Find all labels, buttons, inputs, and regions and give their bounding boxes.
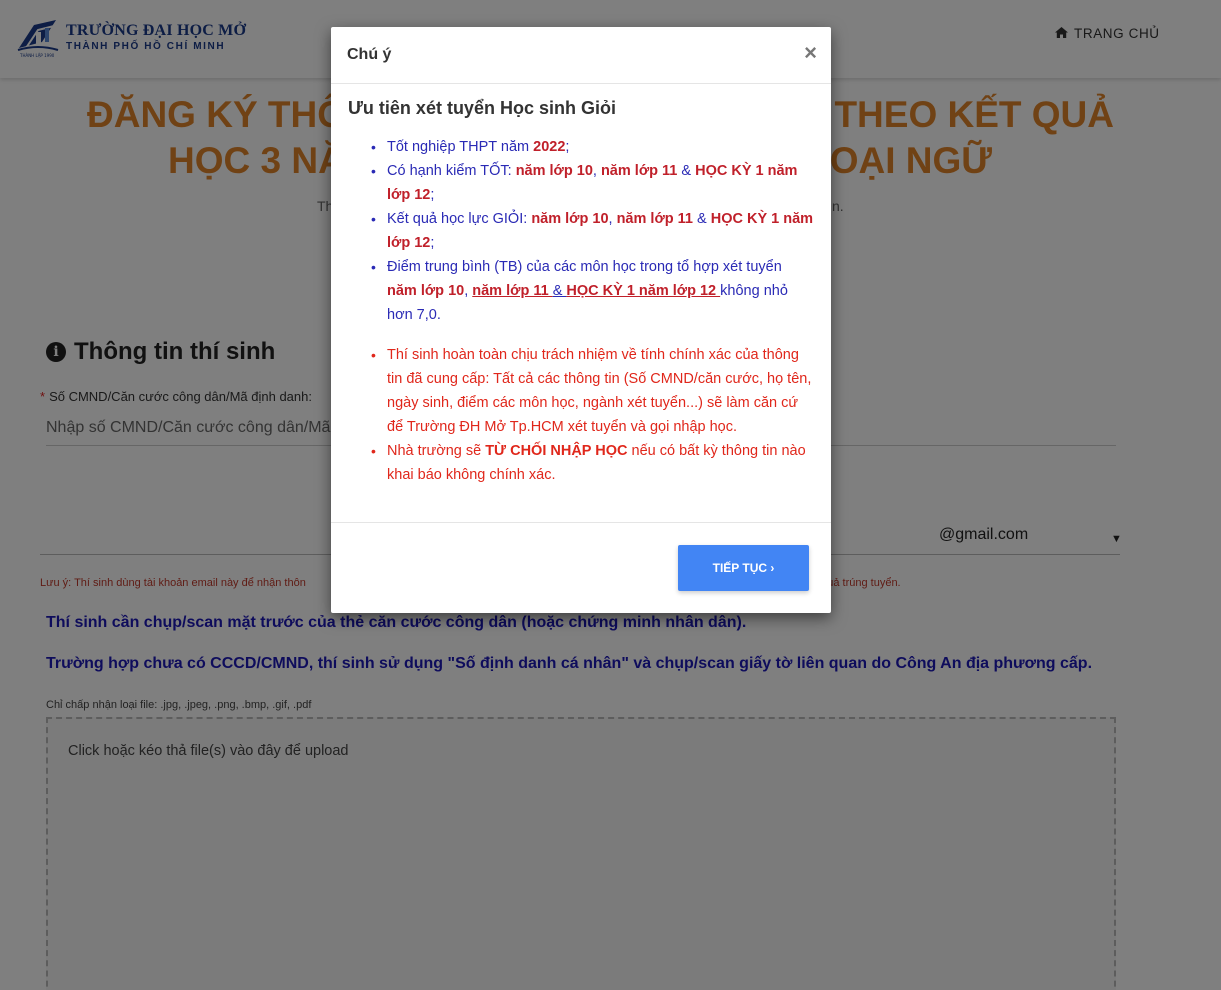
list-item: Điểm trung bình (TB) của các môn học tro…	[371, 255, 814, 327]
modal-footer: TIẾP TỤC ›	[331, 522, 831, 613]
modal-body: Ưu tiên xét tuyển Học sinh Giỏi Tốt nghi…	[331, 84, 831, 487]
continue-button[interactable]: TIẾP TỤC ›	[678, 545, 809, 591]
requirements-list: Tốt nghiệp THPT năm 2022; Có hạnh kiểm T…	[348, 135, 814, 327]
list-item: Kết quả học lực GIỎI: năm lớp 10, năm lớ…	[371, 207, 814, 255]
modal-title: Chú ý	[347, 46, 392, 63]
list-item: Thí sinh hoàn toàn chịu trách nhiệm về t…	[371, 343, 814, 439]
modal-heading: Ưu tiên xét tuyển Học sinh Giỏi	[348, 98, 616, 118]
notice-modal: Chú ý × Ưu tiên xét tuyển Học sinh Giỏi …	[331, 27, 831, 613]
close-icon[interactable]: ×	[804, 42, 817, 64]
list-item: Có hạnh kiểm TỐT: năm lớp 10, năm lớp 11…	[371, 159, 814, 207]
list-item: Nhà trường sẽ TỪ CHỐI NHẬP HỌC nếu có bấ…	[371, 439, 814, 487]
list-item: Tốt nghiệp THPT năm 2022;	[371, 135, 814, 159]
modal-header: Chú ý ×	[331, 27, 831, 84]
warnings-list: Thí sinh hoàn toàn chịu trách nhiệm về t…	[348, 343, 814, 487]
